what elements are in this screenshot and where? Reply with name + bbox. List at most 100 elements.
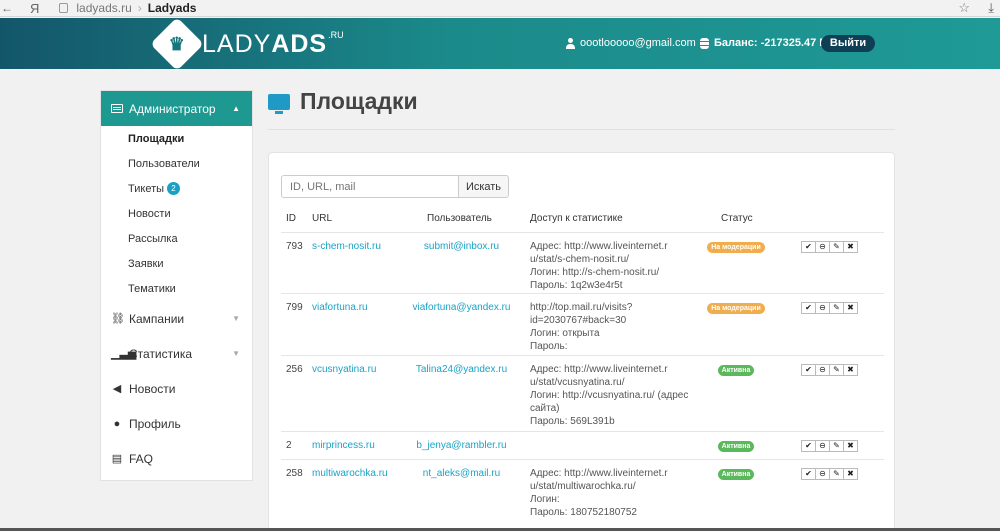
- sidebar-item-faq[interactable]: ▤ FAQ: [101, 441, 252, 476]
- table-row: 2 mirprincess.ru b_jenya@rambler.ru Активна…: [281, 431, 884, 459]
- status-cell: На модерации: [706, 240, 766, 253]
- user-email-text: oootlooooo@gmail.com: [580, 37, 696, 49]
- block-minus-icon[interactable]: ⊖: [815, 241, 830, 253]
- approve-check-icon[interactable]: ✔: [801, 302, 816, 314]
- bookmark-star-icon[interactable]: ☆: [958, 0, 970, 16]
- block-minus-icon[interactable]: ⊖: [815, 302, 830, 314]
- sidebar-subitem-news[interactable]: Новости: [101, 201, 252, 226]
- row-actions: ✔ ⊖ ✎ ✖: [801, 302, 858, 314]
- sidebar-subitem-label: Тикеты: [128, 182, 165, 195]
- sidebar-item-admin[interactable]: Администратор ▲: [101, 91, 252, 126]
- balance-value: -217325.47 Р: [760, 37, 827, 49]
- user-email-link[interactable]: submit@inbox.ru: [399, 240, 524, 253]
- table-row: 799 viafortuna.ru viafortuna@yandex.ru http…: [281, 293, 884, 355]
- stats-line: Логин: http://vcusnyatina.ru/ (адрес: [530, 390, 689, 401]
- sidebar-item-campaigns[interactable]: ⛓ Кампании ▼: [101, 301, 252, 336]
- address-bar[interactable]: ladyads.ru: [76, 1, 131, 15]
- user-email-link[interactable]: b_jenya@rambler.ru: [399, 439, 524, 452]
- page-tab-title: Ladyads: [147, 1, 197, 15]
- book-icon: ▤: [111, 453, 123, 465]
- site-url-link[interactable]: mirprincess.ru: [312, 439, 375, 452]
- sidebar-subitem-users[interactable]: Пользователи: [101, 151, 252, 176]
- approve-check-icon[interactable]: ✔: [801, 241, 816, 253]
- site-url-link[interactable]: viafortuna.ru: [312, 301, 368, 314]
- heading-divider: [268, 129, 895, 130]
- yandex-logo-icon[interactable]: Я: [30, 1, 39, 16]
- row-actions: ✔ ⊖ ✎ ✖: [801, 468, 858, 480]
- row-actions: ✔ ⊖ ✎ ✖: [801, 364, 858, 376]
- stats-line: id=2030767#back=30: [530, 315, 627, 326]
- sidebar-item-profile[interactable]: ● Профиль: [101, 406, 252, 441]
- bar-chart-icon: ▁▃▅: [111, 348, 137, 360]
- site-url-link[interactable]: multiwarochka.ru: [312, 467, 388, 480]
- delete-x-icon[interactable]: ✖: [843, 364, 858, 376]
- back-arrow-icon[interactable]: ←: [0, 1, 14, 15]
- sidebar-item-label: Кампании: [129, 311, 185, 326]
- user-email-link[interactable]: Talina24@yandex.ru: [399, 363, 524, 376]
- stats-line: Пароль:: [530, 341, 568, 352]
- stats-access: Адрес: http://www.liveinternet.r u/stat/s…: [530, 240, 690, 292]
- block-minus-icon[interactable]: ⊖: [815, 440, 830, 452]
- sidebar-subitem-mailing[interactable]: Рассылка: [101, 226, 252, 251]
- user-email-link[interactable]: viafortuna@yandex.ru: [399, 301, 524, 314]
- user-email[interactable]: oootlooooo@gmail.com: [566, 37, 696, 49]
- tickets-count-badge: 2: [167, 182, 181, 195]
- sidebar-item-label: Профиль: [129, 416, 181, 431]
- chevron-down-icon: ▼: [232, 349, 240, 358]
- table-row: 793 s-chem-nosit.ru submit@inbox.ru Адрес: …: [281, 232, 884, 293]
- sidebar-subitem-topics[interactable]: Тематики: [101, 276, 252, 301]
- address-separator: ›: [137, 1, 142, 15]
- edit-pencil-icon[interactable]: ✎: [829, 468, 844, 480]
- sidebar-item-statistics[interactable]: ▁▃▅ Статистика ▼: [101, 336, 252, 371]
- sidebar-subitem-ploshchadki[interactable]: Площадки: [101, 126, 252, 151]
- stats-line: Адрес: http://www.liveinternet.r: [530, 241, 668, 252]
- approve-check-icon[interactable]: ✔: [801, 468, 816, 480]
- status-cell: Активна: [706, 467, 766, 480]
- approve-check-icon[interactable]: ✔: [801, 364, 816, 376]
- sidebar: Администратор ▲ Площадки Пользователи Ти…: [100, 90, 253, 481]
- edit-pencil-icon[interactable]: ✎: [829, 364, 844, 376]
- block-minus-icon[interactable]: ⊖: [815, 468, 830, 480]
- status-badge: На модерации: [707, 242, 765, 253]
- site-url-link[interactable]: vcusnyatina.ru: [312, 363, 376, 376]
- sidebar-subitem-tickets[interactable]: Тикеты 2: [101, 176, 252, 201]
- row-id: 793: [286, 241, 303, 252]
- delete-x-icon[interactable]: ✖: [843, 440, 858, 452]
- user-icon: [566, 37, 575, 49]
- stats-access: Адрес: http://www.liveinternet.r u/stat/m…: [530, 467, 690, 519]
- approve-check-icon[interactable]: ✔: [801, 440, 816, 452]
- block-minus-icon[interactable]: ⊖: [815, 364, 830, 376]
- status-cell: Активна: [706, 363, 766, 376]
- column-header-id: ID: [286, 213, 296, 224]
- column-header-user: Пользователь: [427, 213, 492, 224]
- user-icon: ●: [113, 417, 121, 430]
- chevron-up-icon: ▲: [232, 104, 240, 113]
- logout-button[interactable]: Выйти: [821, 35, 875, 52]
- edit-pencil-icon[interactable]: ✎: [829, 241, 844, 253]
- edit-pencil-icon[interactable]: ✎: [829, 302, 844, 314]
- site-url-link[interactable]: s-chem-nosit.ru: [312, 240, 381, 253]
- download-icon[interactable]: ⤓: [988, 0, 994, 16]
- sidebar-item-news[interactable]: ◀ Новости: [101, 371, 252, 406]
- status-cell: На модерации: [706, 301, 766, 314]
- column-header-status: Статус: [721, 213, 753, 224]
- sidebar-subitem-requests[interactable]: Заявки: [101, 251, 252, 276]
- delete-x-icon[interactable]: ✖: [843, 241, 858, 253]
- search-button[interactable]: Искать: [458, 175, 509, 198]
- edit-pencil-icon[interactable]: ✎: [829, 440, 844, 452]
- stats-access: Адрес: http://www.liveinternet.r u/stat/v…: [530, 363, 690, 428]
- status-badge: Активна: [717, 441, 755, 452]
- search-input[interactable]: [281, 175, 459, 198]
- sitemap-icon: ⛓: [111, 313, 125, 325]
- stats-line: Пароль: 569L391b: [530, 416, 615, 427]
- page-title: Площадки: [300, 88, 418, 114]
- row-id: 256: [286, 364, 303, 375]
- delete-x-icon[interactable]: ✖: [843, 302, 858, 314]
- site-logo[interactable]: ♛ LADYADS .RU: [150, 17, 344, 71]
- sidebar-subitem-label: Рассылка: [128, 232, 178, 245]
- user-email-link[interactable]: nt_aleks@mail.ru: [399, 467, 524, 480]
- page-heading: Площадки: [268, 88, 418, 115]
- sidebar-item-label: Статистика: [129, 346, 193, 361]
- delete-x-icon[interactable]: ✖: [843, 468, 858, 480]
- row-id: 799: [286, 302, 303, 313]
